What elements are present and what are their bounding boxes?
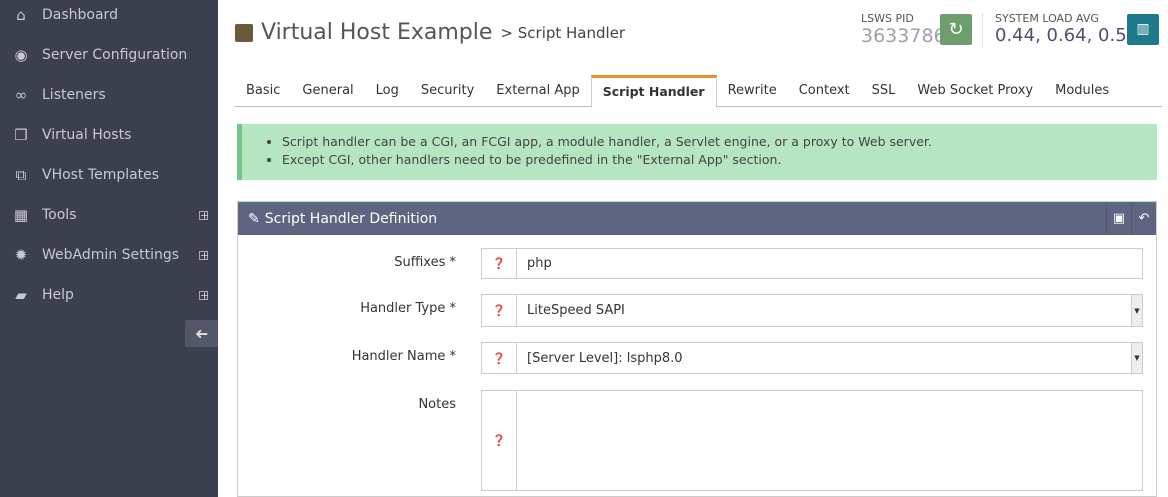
help-icon[interactable]: ❓ [482, 391, 517, 490]
load-label: SYSTEM LOAD AVG [995, 12, 1138, 25]
sidebar-item-vhost-templates[interactable]: ⧉VHost Templates [0, 155, 218, 195]
tab-script-handler[interactable]: Script Handler [591, 75, 717, 108]
tab-ssl[interactable]: SSL [861, 75, 907, 106]
copy-icon: ⧉ [0, 166, 42, 184]
load-value: 0.44, 0.64, 0.54 [995, 25, 1138, 46]
pid-value: 3633786 [861, 25, 946, 47]
panel-header: ✎ Script Handler Definition ▣↶ [238, 202, 1156, 235]
nav-label: VHost Templates [42, 167, 159, 183]
expand-icon[interactable]: + [199, 211, 208, 220]
notes-group: ❓ [481, 390, 1143, 491]
refresh-icon: ↻ [948, 19, 963, 40]
divider [982, 14, 983, 48]
globe-icon: ◉ [0, 46, 42, 64]
grid-icon: ▦ [0, 206, 42, 224]
page-title: Virtual Host Example > Script Handler [235, 20, 625, 45]
back-button[interactable]: ↶ [1131, 203, 1156, 235]
tab-general[interactable]: General [291, 75, 364, 106]
nav-label: Help [42, 287, 74, 303]
vhost-name: Virtual Host Example [261, 20, 492, 45]
arrow-left-icon: ➜ [195, 320, 208, 347]
handler-type-select[interactable]: LiteSpeed SAPI ▼ [517, 295, 1142, 326]
sidebar-item-server-configuration[interactable]: ◉Server Configuration [0, 35, 218, 75]
chevron-down-icon: ▼ [1131, 295, 1142, 326]
nav-label: Tools [42, 207, 77, 223]
home-icon: ⌂ [0, 6, 42, 24]
tab-bar: Basic General Log Security External App … [235, 75, 1162, 107]
handler-type-group: ❓ LiteSpeed SAPI ▼ [481, 294, 1143, 327]
nav-label: Server Configuration [42, 47, 187, 63]
book-icon: ▰ [0, 286, 42, 304]
tab-basic[interactable]: Basic [235, 75, 291, 106]
info-alert: Script handler can be a CGI, an FCGI app… [237, 124, 1157, 180]
tab-modules[interactable]: Modules [1044, 75, 1120, 106]
load-chart-button[interactable]: ▥ [1127, 14, 1159, 45]
alert-item: Except CGI, other handlers need to be pr… [282, 151, 1157, 169]
cubes-icon: ❒ [0, 126, 42, 144]
field-label: Handler Name * [352, 349, 456, 364]
breadcrumb: > Script Handler [500, 24, 625, 42]
edit-icon: ✎ [248, 211, 260, 227]
sidebar-item-listeners[interactable]: ∞Listeners [0, 75, 218, 115]
load-stat: SYSTEM LOAD AVG 0.44, 0.64, 0.54 [995, 12, 1138, 46]
link-icon: ∞ [0, 86, 42, 104]
main-content: Virtual Host Example > Script Handler LS… [218, 0, 1168, 497]
nav-label: Virtual Hosts [42, 127, 131, 143]
sidebar: ⌂Dashboard ◉Server Configuration ∞Listen… [0, 0, 218, 497]
chevron-down-icon: ▼ [1131, 343, 1142, 373]
sidebar-item-webadmin-settings[interactable]: ✹WebAdmin Settings + [0, 235, 218, 275]
expand-icon[interactable]: + [199, 291, 208, 300]
help-icon[interactable]: ❓ [482, 343, 517, 373]
notes-textarea[interactable] [517, 391, 1142, 490]
pid-stat: LSWS PID 3633786 [861, 12, 946, 47]
nav-label: Listeners [42, 87, 106, 103]
tab-security[interactable]: Security [410, 75, 485, 106]
panel-title: Script Handler Definition [265, 211, 437, 227]
tab-context[interactable]: Context [788, 75, 861, 106]
field-label: Handler Type * [360, 301, 456, 316]
bar-chart-icon: ▥ [1136, 21, 1149, 37]
tab-rewrite[interactable]: Rewrite [717, 75, 788, 106]
handler-name-select[interactable]: [Server Level]: lsphp8.0 ▼ [517, 343, 1142, 373]
gear-icon: ✹ [0, 246, 42, 264]
tab-log[interactable]: Log [365, 75, 410, 106]
suffixes-input-group: ❓ php [481, 248, 1143, 279]
nav-label: Dashboard [42, 7, 118, 23]
suffixes-input[interactable]: php [517, 249, 1142, 278]
help-icon[interactable]: ❓ [482, 249, 517, 278]
selected-value: LiteSpeed SAPI [527, 303, 625, 318]
selected-value: [Server Level]: lsphp8.0 [527, 351, 683, 366]
help-icon[interactable]: ❓ [482, 295, 517, 326]
sidebar-item-tools[interactable]: ▦Tools + [0, 195, 218, 235]
tab-external-app[interactable]: External App [485, 75, 590, 106]
sidebar-item-dashboard[interactable]: ⌂Dashboard [0, 0, 218, 35]
restart-button[interactable]: ↻ [940, 14, 972, 45]
field-label: Suffixes * [394, 255, 456, 270]
handler-name-group: ❓ [Server Level]: lsphp8.0 ▼ [481, 342, 1143, 374]
collapse-sidebar-button[interactable]: ➜ [185, 320, 218, 347]
sidebar-item-help[interactable]: ▰Help + [0, 275, 218, 315]
nav-label: WebAdmin Settings [42, 247, 179, 263]
script-handler-panel: ✎ Script Handler Definition ▣↶ Suffixes … [237, 201, 1157, 497]
alert-item: Script handler can be a CGI, an FCGI app… [282, 133, 1157, 151]
expand-icon[interactable]: + [199, 251, 208, 260]
tab-web-socket-proxy[interactable]: Web Socket Proxy [906, 75, 1044, 106]
save-button[interactable]: ▣ [1106, 203, 1131, 235]
field-label: Notes [418, 397, 456, 412]
cube-icon [235, 24, 253, 42]
sidebar-item-virtual-hosts[interactable]: ❒Virtual Hosts [0, 115, 218, 155]
pid-label: LSWS PID [861, 12, 946, 25]
